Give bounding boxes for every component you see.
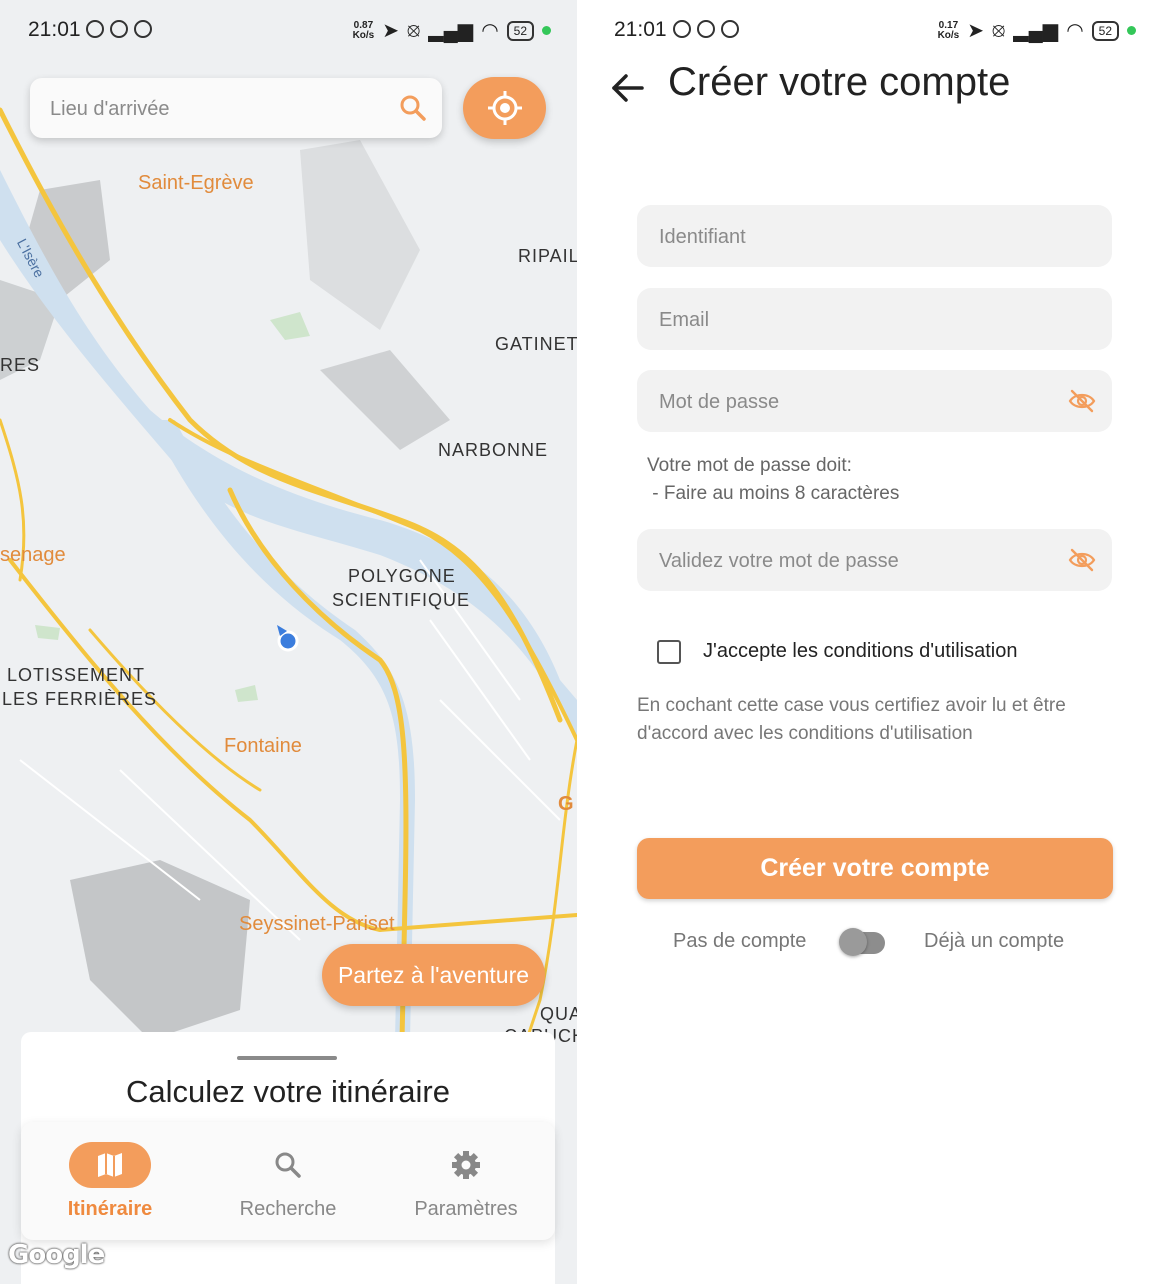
sheet-drag-handle[interactable]	[237, 1056, 337, 1060]
map-screen: Saint-Egrève RIPAIL GATINET RES NARBONNE…	[0, 0, 577, 1284]
messenger-icon	[134, 20, 152, 38]
toggle-right-label: Déjà un compte	[924, 930, 1065, 952]
map-icon	[98, 1153, 122, 1177]
wifi-icon: ◠	[1066, 20, 1084, 42]
create-account-button[interactable]: Créer votre compte	[637, 838, 1113, 899]
location-arrow-icon: ➤	[967, 20, 985, 42]
wifi-icon: ◠	[481, 20, 499, 42]
confirm-password-field[interactable]	[637, 529, 1112, 591]
signal-icon: ▂▄▆	[428, 20, 474, 42]
eye-off-icon[interactable]	[1068, 546, 1096, 574]
nav-item-parametres[interactable]: Paramètres	[377, 1142, 555, 1232]
search-icon[interactable]	[398, 93, 428, 123]
map-label-res: RES	[0, 355, 41, 375]
map-label-fontaine: Fontaine	[224, 735, 302, 757]
app-notification-icon	[697, 20, 715, 38]
status-bar: 21:01 0.17 Ko/s ➤ ⦻ ▂▄▆ ◠ 52	[577, 0, 1156, 60]
map-label-narbonne: NARBONNE	[438, 440, 549, 460]
map-label-senage: senage	[0, 544, 66, 566]
battery-icon: 52	[1091, 20, 1119, 41]
notification-icons	[86, 20, 158, 43]
register-screen: 21:01 0.17 Ko/s ➤ ⦻ ▂▄▆ ◠ 52 Créer votre …	[577, 0, 1156, 1284]
privacy-dot-icon	[1127, 26, 1136, 35]
status-bar: 21:01 0.87 Ko/s ➤ ⦻ ▂▄▆ ◠ 52	[0, 0, 577, 60]
adventure-button[interactable]: Partez à l'aventure	[322, 944, 545, 1006]
email-input[interactable]	[657, 298, 1061, 342]
destination-search-input[interactable]	[48, 88, 382, 130]
eye-off-icon[interactable]	[1068, 387, 1096, 415]
signal-icon: ▂▄▆	[1013, 20, 1059, 42]
nav-pill	[425, 1142, 507, 1188]
nav-label: Paramètres	[414, 1198, 518, 1220]
map-label-lotissement: LOTISSEMENT	[7, 665, 146, 685]
toggle-left-label: Pas de compte	[673, 930, 807, 952]
network-speed: 0.17 Ko/s	[937, 19, 960, 41]
map-label-gatinet: GATINET	[495, 334, 577, 354]
password-input[interactable]	[657, 380, 1061, 424]
google-logo: Google	[8, 1240, 105, 1270]
nav-pill	[247, 1142, 329, 1188]
app-notification-icon	[110, 20, 128, 38]
terms-note: En cochant cette case vous certifiez avo…	[637, 695, 1066, 744]
confirm-password-input[interactable]	[657, 539, 1061, 583]
page-title: Créer votre compte	[668, 60, 1011, 104]
destination-search-bar[interactable]	[30, 78, 442, 138]
system-icons: 0.87 Ko/s ➤ ⦻ ▂▄▆ ◠ 52	[353, 18, 551, 43]
messenger-icon	[721, 20, 739, 38]
email-field[interactable]	[637, 288, 1112, 350]
system-icons: 0.17 Ko/s ➤ ⦻ ▂▄▆ ◠ 52	[938, 18, 1136, 43]
privacy-dot-icon	[542, 26, 551, 35]
identifiant-input[interactable]	[657, 215, 1061, 259]
password-rules: Votre mot de passe doit: - Faire au moin…	[647, 455, 900, 504]
nav-pill	[69, 1142, 151, 1188]
terms-checkbox[interactable]	[657, 640, 681, 664]
nav-label: Itinéraire	[67, 1198, 153, 1220]
gear-icon	[452, 1151, 480, 1179]
vibrate-off-icon: ⦻	[992, 19, 1006, 41]
instagram-icon	[673, 20, 691, 38]
map-label-scientifique: SCIENTIFIQUE	[332, 590, 471, 610]
password-field[interactable]	[637, 370, 1112, 432]
notification-icons	[673, 20, 745, 43]
back-arrow-icon[interactable]	[610, 70, 646, 106]
map-label-ripail: RIPAIL	[518, 246, 577, 266]
search-icon	[275, 1152, 301, 1178]
map-label-saint-egreve: Saint-Egrève	[138, 172, 254, 194]
status-time: 21:01	[614, 18, 667, 41]
sheet-title: Calculez votre itinéraire	[126, 1074, 450, 1109]
terms-checkbox-label[interactable]: J'accepte les conditions d'utilisation	[703, 640, 1017, 663]
instagram-icon	[86, 20, 104, 38]
locate-me-button[interactable]	[463, 77, 546, 139]
nav-item-recherche[interactable]: Recherche	[199, 1142, 377, 1232]
account-toggle-thumb[interactable]	[839, 928, 867, 956]
map-label-qua: QUA	[540, 1004, 577, 1024]
crosshair-icon	[488, 91, 522, 125]
map-label-seyssinet: Seyssinet-Pariset	[239, 913, 395, 935]
account-toggle-row: Pas de compte Déjà un compte	[577, 924, 1156, 964]
nav-item-itineraire[interactable]: Itinéraire	[21, 1142, 199, 1232]
network-speed: 0.87 Ko/s	[352, 19, 375, 41]
identifiant-field[interactable]	[637, 205, 1112, 267]
vibrate-off-icon: ⦻	[407, 19, 421, 41]
location-arrow-icon: ➤	[382, 20, 400, 42]
map-label-polygone: POLYGONE	[348, 566, 456, 586]
bottom-navigation: Itinéraire Recherche Paramètres	[21, 1122, 555, 1240]
map-label-les-ferrieres: LES FERRIÈRES	[2, 689, 158, 709]
nav-label: Recherche	[239, 1198, 337, 1220]
status-time: 21:01	[28, 18, 81, 41]
battery-icon: 52	[506, 20, 534, 41]
map-label-g: G	[558, 793, 574, 815]
